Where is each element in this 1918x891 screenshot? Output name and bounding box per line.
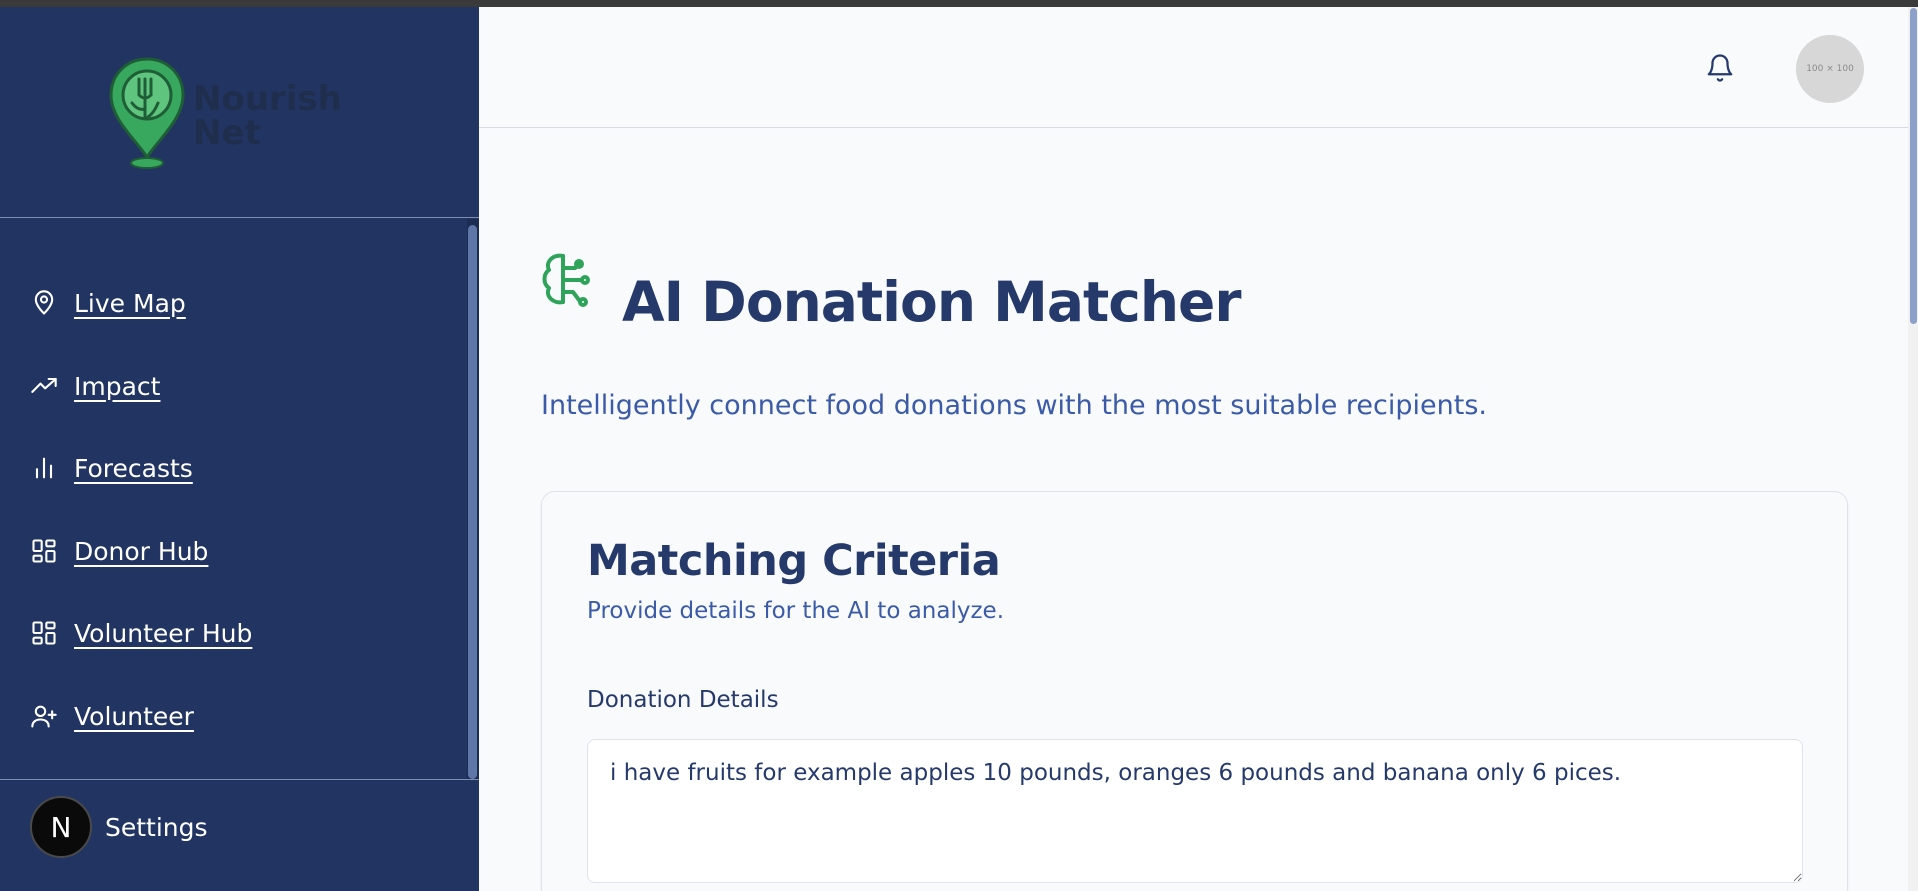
sidebar-item-label: Impact xyxy=(74,371,161,401)
donation-details-textarea[interactable]: i have fruits for example apples 10 poun… xyxy=(587,739,1803,883)
page-title: AI Donation Matcher xyxy=(622,270,1241,334)
sidebar-item-volunteer-hub[interactable]: Volunteer Hub xyxy=(30,613,252,653)
nourishnet-logo-icon xyxy=(109,57,185,169)
bar-chart-icon xyxy=(35,457,53,479)
logo-text: Nourish Net xyxy=(193,79,342,153)
dashboard-grid-icon xyxy=(32,621,56,645)
sidebar-item-live-map[interactable]: Live Map xyxy=(30,283,186,323)
sidebar-item-label: Forecasts xyxy=(74,453,193,483)
sidebar: Nourish Net Live Map Impact Forecasts Do… xyxy=(0,7,479,891)
matching-criteria-card: Matching Criteria Provide details for th… xyxy=(541,491,1848,891)
sidebar-item-donor-hub[interactable]: Donor Hub xyxy=(30,531,208,571)
map-pin-icon xyxy=(34,290,54,315)
sidebar-item-label: Donor Hub xyxy=(74,536,209,566)
sidebar-scrollbar-thumb[interactable] xyxy=(468,225,477,779)
bell-icon[interactable] xyxy=(1705,52,1735,84)
browser-top-strip xyxy=(0,0,1918,7)
page-subtitle: Intelligently connect food donations wit… xyxy=(541,390,1487,421)
user-plus-icon xyxy=(31,705,57,728)
avatar[interactable]: 100 × 100 xyxy=(1796,35,1864,103)
sidebar-item-label: Live Map xyxy=(74,288,186,318)
logo-area: Nourish Net xyxy=(0,7,479,218)
sidebar-item-volunteer[interactable]: Volunteer xyxy=(30,696,194,736)
brain-circuit-icon xyxy=(542,253,590,307)
sidebar-item-label: Volunteer Hub xyxy=(74,618,253,648)
sidebar-footer: N Settings xyxy=(0,779,479,891)
settings-link[interactable]: Settings xyxy=(105,813,208,842)
trending-up-icon xyxy=(31,377,57,393)
sidebar-item-impact[interactable]: Impact xyxy=(30,366,160,406)
sidebar-nav: Live Map Impact Forecasts Donor Hub Volu… xyxy=(0,219,479,779)
dashboard-grid-icon xyxy=(32,539,56,563)
top-header: 100 × 100 xyxy=(479,7,1908,128)
sidebar-item-label: Volunteer xyxy=(74,701,194,731)
card-title: Matching Criteria xyxy=(587,536,1001,586)
sidebar-item-forecasts[interactable]: Forecasts xyxy=(30,448,193,488)
card-subtitle: Provide details for the AI to analyze. xyxy=(587,598,1005,624)
page-scrollbar-thumb[interactable] xyxy=(1910,8,1917,324)
dev-indicator-badge[interactable]: N xyxy=(30,796,92,858)
donation-details-label: Donation Details xyxy=(587,687,779,713)
